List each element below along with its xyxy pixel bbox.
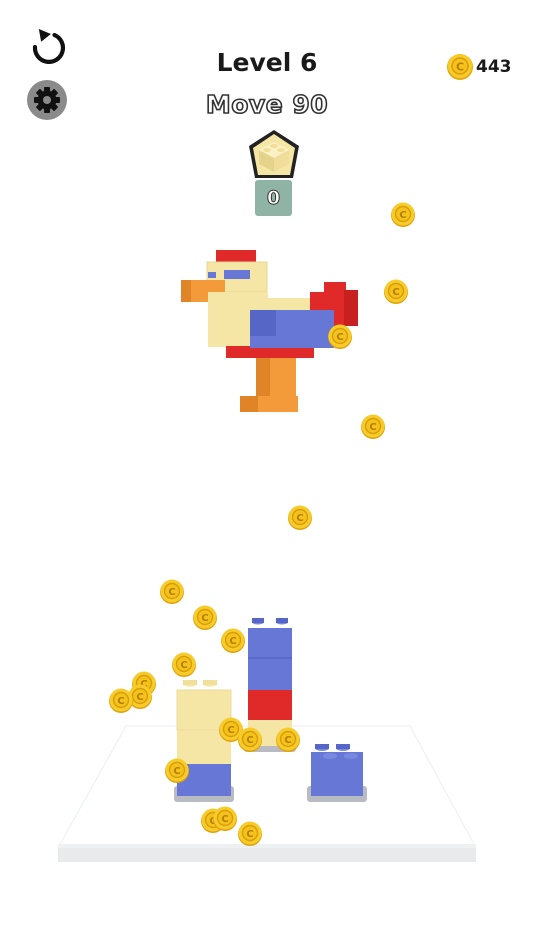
coin-icon xyxy=(275,726,301,753)
brick-stack-right[interactable] xyxy=(307,744,367,802)
coin-icon xyxy=(360,413,386,440)
coin-icon xyxy=(108,687,134,714)
coin-icon xyxy=(164,757,190,784)
coin-icon xyxy=(171,651,197,678)
coin-icon xyxy=(220,627,246,654)
coin-icon xyxy=(287,504,313,531)
coin-icon xyxy=(237,726,263,753)
coin-icon xyxy=(159,578,185,605)
coin-icon xyxy=(192,604,218,631)
brick-stack-left[interactable] xyxy=(174,680,234,802)
coin-icon xyxy=(237,820,263,847)
coin-icon xyxy=(327,323,353,350)
coin-icon xyxy=(383,278,409,305)
coin-icon xyxy=(212,805,238,832)
game-scene: C xyxy=(57,201,477,862)
coin-icon xyxy=(390,201,416,228)
